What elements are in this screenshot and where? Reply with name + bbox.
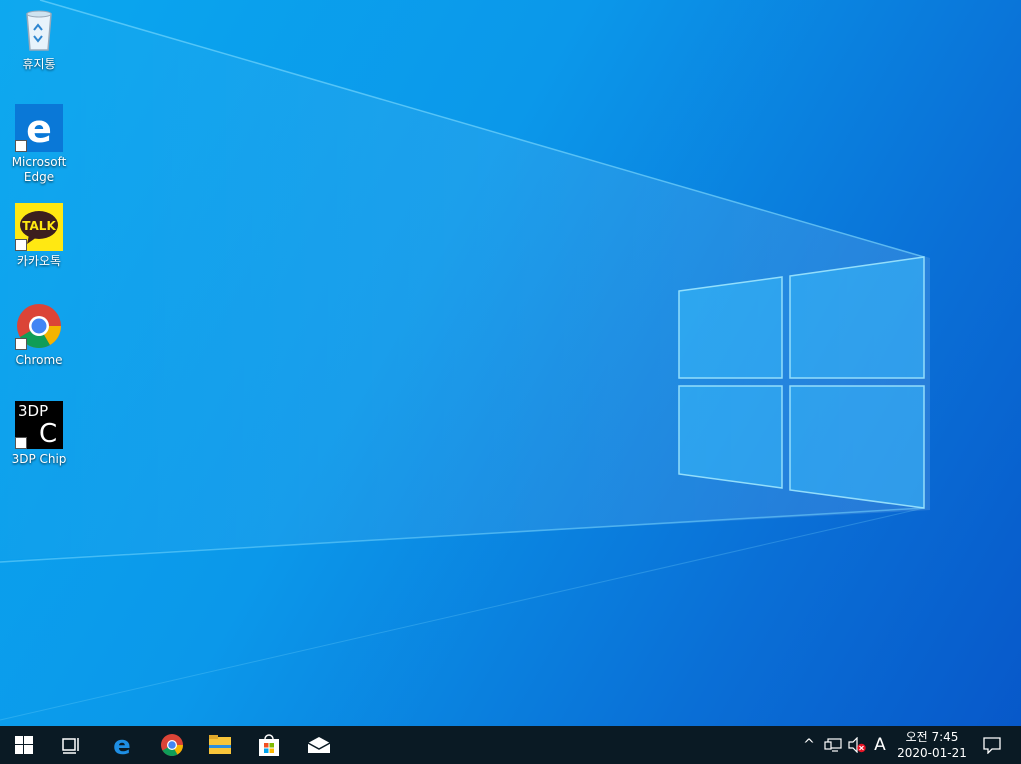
- svg-text:e: e: [113, 732, 131, 758]
- desktop-icon-label: 3DP Chip: [11, 452, 67, 466]
- kakaotalk-icon: TALK: [15, 203, 63, 251]
- desktop-icon-kakaotalk[interactable]: TALK 카카오톡: [6, 203, 72, 269]
- clock-time: 오전 7:45: [905, 730, 959, 744]
- chrome-icon: [15, 302, 63, 350]
- volume-muted-icon: [848, 737, 866, 753]
- desktop-icon-label: 휴지통: [22, 57, 56, 71]
- taskbar-mail-button[interactable]: [295, 726, 343, 764]
- recycle-bin-icon: [15, 6, 63, 54]
- edge-icon: e: [113, 732, 131, 758]
- clock[interactable]: 오전 7:45 2020-01-21: [895, 729, 969, 761]
- desktop-icon-chrome[interactable]: Chrome: [6, 302, 72, 368]
- input-mode-indicator[interactable]: A: [870, 726, 890, 764]
- chrome-icon: [161, 734, 183, 756]
- taskbar-file-explorer-button[interactable]: [196, 726, 244, 764]
- task-view-button[interactable]: [48, 726, 96, 764]
- clock-date: 2020-01-21: [897, 746, 967, 760]
- talk-badge: TALK: [22, 219, 56, 233]
- file-explorer-icon: [209, 735, 231, 754]
- taskbar: e ^ A 오전 7:45 2020-01-21: [0, 726, 1021, 764]
- taskbar-edge-button[interactable]: e: [98, 726, 146, 764]
- svg-text:e: e: [26, 107, 52, 151]
- desktop-icon-label: Chrome: [15, 353, 63, 367]
- network-icon: [824, 738, 842, 752]
- volume-button[interactable]: [846, 726, 868, 764]
- task-view-icon: [62, 738, 79, 754]
- chevron-up-icon: ^: [803, 737, 815, 753]
- 3dp-badge: 3DP: [18, 402, 49, 420]
- desktop-icon-edge[interactable]: e Microsoft Edge: [6, 104, 72, 185]
- edge-icon: e: [15, 104, 63, 152]
- chip-c-badge: C: [39, 419, 58, 449]
- taskbar-store-button[interactable]: [245, 726, 293, 764]
- start-button[interactable]: [0, 726, 48, 764]
- network-button[interactable]: [822, 726, 844, 764]
- shortcut-arrow-icon: [15, 239, 27, 251]
- shortcut-arrow-icon: [15, 437, 27, 449]
- store-icon: [259, 734, 279, 756]
- start-icon: [15, 736, 33, 754]
- shortcut-arrow-icon: [15, 338, 27, 350]
- show-hidden-icons-button[interactable]: ^: [800, 726, 818, 764]
- desktop: 휴지통 e Microsoft Edge TALK 카카오톡 Chrome 3D…: [0, 0, 1021, 726]
- input-mode-label: A: [874, 735, 886, 755]
- mail-icon: [307, 737, 331, 753]
- wallpaper: [0, 0, 930, 721]
- desktop-icon-recycle-bin[interactable]: 휴지통: [6, 6, 72, 72]
- desktop-icon-3dp-chip[interactable]: 3DP C 3DP Chip: [6, 401, 72, 467]
- notification-icon: [983, 736, 1001, 754]
- shortcut-arrow-icon: [15, 140, 27, 152]
- desktop-icon-label: 카카오톡: [16, 254, 62, 268]
- 3dp-chip-icon: 3DP C: [15, 401, 63, 449]
- desktop-icon-label: Microsoft Edge: [11, 155, 67, 184]
- taskbar-chrome-button[interactable]: [148, 726, 196, 764]
- action-center-button[interactable]: [975, 726, 1009, 764]
